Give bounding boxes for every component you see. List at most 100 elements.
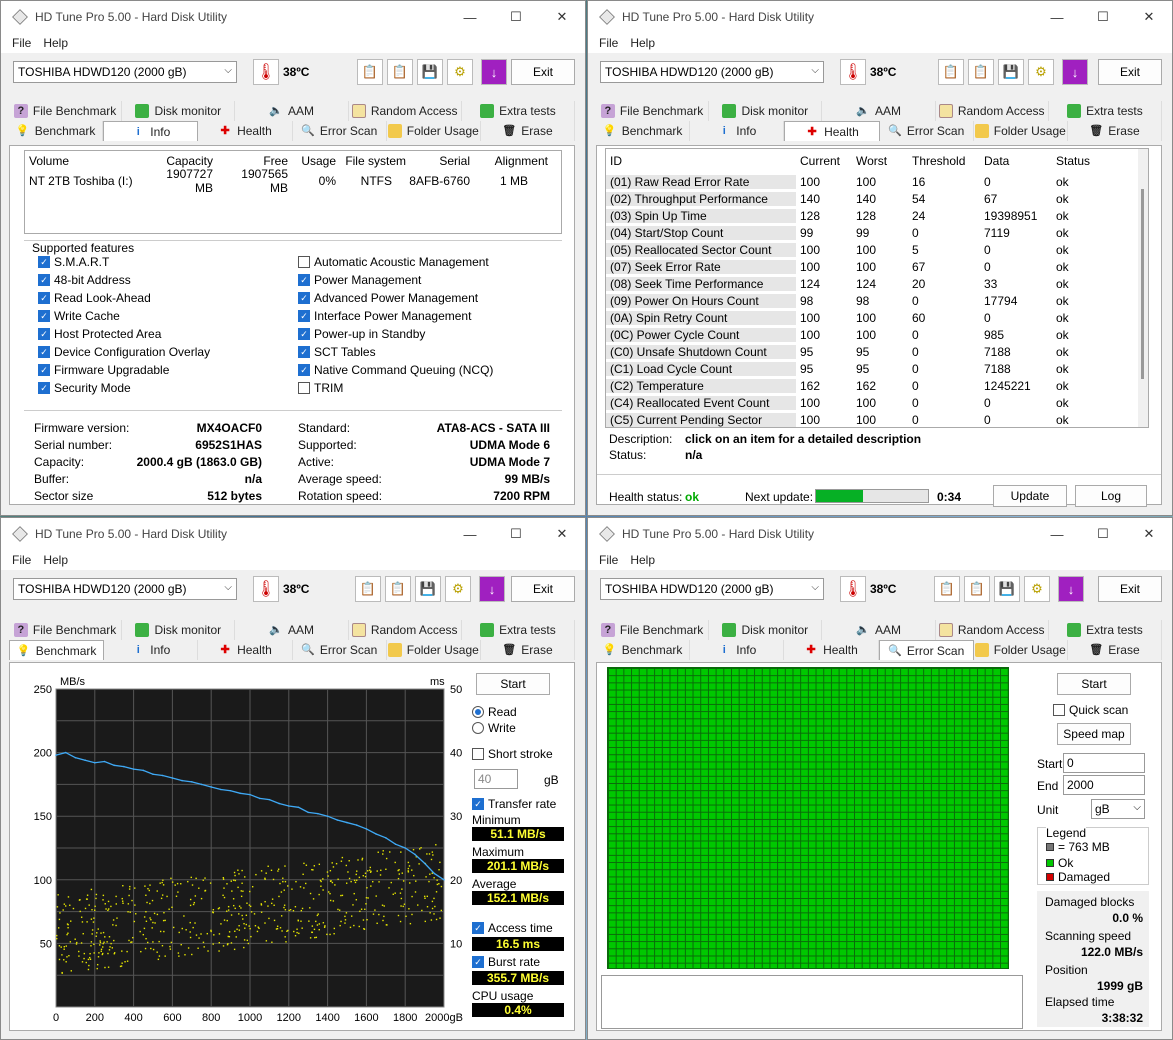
tab-extra-tests[interactable]: Extra tests: [461, 620, 576, 640]
feature-checkbox[interactable]: ✓: [298, 292, 310, 304]
unit-select[interactable]: gB ⌵: [1091, 799, 1145, 819]
menu-file[interactable]: File: [599, 36, 618, 50]
copy-info-icon[interactable]: 📋: [938, 59, 964, 85]
title-bar[interactable]: HD Tune Pro 5.00 - Hard Disk Utility — ☐…: [1, 1, 585, 33]
tab-file-benchmark[interactable]: ? File Benchmark: [596, 620, 710, 640]
table-row[interactable]: (C2) Temperature 162 162 0 1245221 ok: [606, 377, 1148, 394]
column-header[interactable]: ID: [606, 154, 796, 168]
column-header[interactable]: Threshold: [908, 154, 980, 168]
tab-folder-usage[interactable]: Folder Usage: [386, 121, 481, 141]
title-bar[interactable]: HD Tune Pro 5.00 - Hard Disk Utility — ☐…: [588, 518, 1172, 550]
feature-checkbox[interactable]: [298, 382, 310, 394]
feature-checkbox[interactable]: ✓: [38, 256, 50, 268]
transfer-rate-checkbox[interactable]: ✓: [472, 798, 484, 810]
tab-error-scan[interactable]: 🔍 Error Scan: [879, 121, 974, 141]
tab-random-access[interactable]: Random Access: [348, 620, 462, 640]
tab-folder-usage[interactable]: Folder Usage: [973, 121, 1068, 141]
column-header[interactable]: Current: [796, 154, 852, 168]
feature-checkbox[interactable]: ✓: [38, 328, 50, 340]
save-icon[interactable]: 💾: [994, 576, 1020, 602]
copy-screenshot-icon[interactable]: 📋: [385, 576, 411, 602]
tab-erase[interactable]: 🗑 Erase: [480, 121, 576, 141]
start-button[interactable]: Start: [476, 673, 550, 695]
burst-rate-checkbox[interactable]: ✓: [472, 956, 484, 968]
copy-info-icon[interactable]: 📋: [355, 576, 381, 602]
copy-info-icon[interactable]: 📋: [357, 59, 383, 85]
table-row[interactable]: (C1) Load Cycle Count 95 95 0 7188 ok: [606, 360, 1148, 377]
copy-info-icon[interactable]: 📋: [934, 576, 960, 602]
tab-aam[interactable]: 🔈 AAM: [822, 620, 936, 640]
feature-checkbox[interactable]: ✓: [38, 310, 50, 322]
maximize-button[interactable]: ☐: [1080, 1, 1126, 33]
feature-checkbox[interactable]: [298, 256, 310, 268]
tab-info[interactable]: i Info: [104, 640, 199, 660]
copy-screenshot-icon[interactable]: 📋: [387, 59, 413, 85]
minimize-button[interactable]: —: [447, 1, 493, 33]
table-row[interactable]: (02) Throughput Performance 140 140 54 67 ok: [606, 190, 1148, 207]
short-stroke-checkbox[interactable]: [472, 748, 484, 760]
tab-disk-monitor[interactable]: Disk monitor: [122, 101, 236, 121]
table-row[interactable]: (C5) Current Pending Sector 100 100 0 0 ok: [606, 411, 1148, 427]
tab-info[interactable]: i Info: [103, 121, 199, 141]
table-row[interactable]: (0A) Spin Retry Count 100 100 60 0 ok: [606, 309, 1148, 326]
read-option[interactable]: Read: [472, 705, 517, 719]
close-button[interactable]: ✕: [1126, 518, 1172, 550]
menu-file[interactable]: File: [12, 36, 31, 50]
options-icon[interactable]: ⚙: [445, 576, 471, 602]
tab-aam[interactable]: 🔈 AAM: [235, 620, 349, 640]
speed-map-button[interactable]: Speed map: [1057, 723, 1131, 745]
scrollbar-thumb[interactable]: [1141, 189, 1144, 379]
column-header[interactable]: Data: [980, 154, 1052, 168]
feature-checkbox[interactable]: ✓: [38, 274, 50, 286]
menu-help[interactable]: Help: [630, 36, 655, 50]
transfer-rate-option[interactable]: ✓ Transfer rate: [472, 797, 556, 811]
tab-health[interactable]: ✚ Health: [784, 640, 879, 660]
tab-folder-usage[interactable]: Folder Usage: [973, 640, 1068, 660]
start-button[interactable]: Start: [1057, 673, 1131, 695]
title-bar[interactable]: HD Tune Pro 5.00 - Hard Disk Utility — ☐…: [1, 518, 585, 550]
feature-checkbox[interactable]: ✓: [38, 364, 50, 376]
tab-benchmark[interactable]: 💡 Benchmark: [9, 640, 105, 660]
table-row[interactable]: (C4) Reallocated Event Count 100 100 0 0 ok: [606, 394, 1148, 411]
save-icon[interactable]: 💾: [417, 59, 443, 85]
exit-button[interactable]: Exit: [1098, 59, 1162, 85]
drive-select[interactable]: TOSHIBA HDWD120 (2000 gB) ⌵: [13, 578, 237, 600]
drive-select[interactable]: TOSHIBA HDWD120 (2000 gB) ⌵: [600, 578, 824, 600]
maximize-button[interactable]: ☐: [493, 518, 539, 550]
tab-health[interactable]: ✚ Health: [784, 121, 880, 141]
tab-erase[interactable]: 🗑 Erase: [480, 640, 576, 660]
minimize-button[interactable]: —: [1034, 518, 1080, 550]
tab-info[interactable]: i Info: [690, 640, 785, 660]
save-icon[interactable]: 💾: [415, 576, 441, 602]
download-icon[interactable]: ↓: [1062, 59, 1088, 85]
feature-checkbox[interactable]: ✓: [298, 328, 310, 340]
access-time-checkbox[interactable]: ✓: [472, 922, 484, 934]
tab-info[interactable]: i Info: [690, 121, 785, 141]
tab-extra-tests[interactable]: Extra tests: [1048, 620, 1163, 640]
table-row[interactable]: (07) Seek Error Rate 100 100 67 0 ok: [606, 258, 1148, 275]
feature-checkbox[interactable]: ✓: [298, 364, 310, 376]
table-row[interactable]: (01) Raw Read Error Rate 100 100 16 0 ok: [606, 173, 1148, 190]
maximize-button[interactable]: ☐: [1080, 518, 1126, 550]
tab-error-scan[interactable]: 🔍 Error Scan: [292, 640, 387, 660]
tab-disk-monitor[interactable]: Disk monitor: [709, 620, 823, 640]
tab-aam[interactable]: 🔈 AAM: [822, 101, 936, 121]
tab-benchmark[interactable]: 💡 Benchmark: [596, 121, 691, 141]
maximize-button[interactable]: ☐: [493, 1, 539, 33]
feature-checkbox[interactable]: ✓: [298, 346, 310, 358]
close-button[interactable]: ✕: [1126, 1, 1172, 33]
minimize-button[interactable]: —: [447, 518, 493, 550]
menu-help[interactable]: Help: [43, 553, 68, 567]
tab-random-access[interactable]: Random Access: [935, 620, 1049, 640]
table-row[interactable]: (0C) Power Cycle Count 100 100 0 985 ok: [606, 326, 1148, 343]
download-icon[interactable]: ↓: [1058, 576, 1084, 602]
log-button[interactable]: Log: [1075, 485, 1147, 507]
column-header[interactable]: Status: [1052, 154, 1102, 168]
feature-checkbox[interactable]: ✓: [38, 346, 50, 358]
tab-disk-monitor[interactable]: Disk monitor: [122, 620, 236, 640]
tab-erase[interactable]: 🗑 Erase: [1067, 640, 1163, 660]
options-icon[interactable]: ⚙: [1024, 576, 1050, 602]
update-button[interactable]: Update: [993, 485, 1067, 507]
end-input[interactable]: 2000: [1063, 775, 1145, 795]
tab-health[interactable]: ✚ Health: [198, 121, 293, 141]
